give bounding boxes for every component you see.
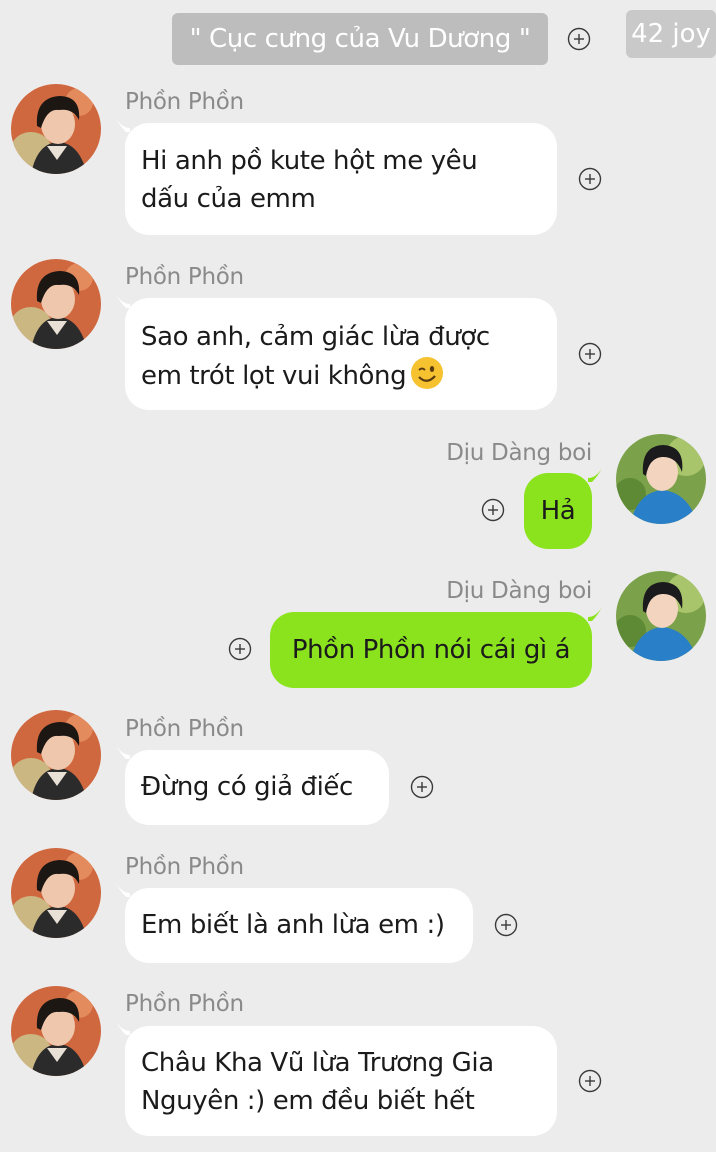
sender-name: Phồn Phồn <box>125 991 244 1017</box>
sender-name: Dịu Dàng boi <box>446 578 592 604</box>
message-bubble[interactable]: Hả <box>524 473 592 549</box>
wink-emoji-icon <box>411 357 444 389</box>
bubble-tail <box>116 294 130 308</box>
avatar-phon-phon[interactable] <box>11 710 101 800</box>
plus-circle-icon[interactable] <box>228 637 252 661</box>
plus-circle-icon[interactable] <box>481 498 505 522</box>
bubble-tail <box>116 883 130 897</box>
sender-name: Phồn Phồn <box>125 716 244 742</box>
message-text: Nguyên :) em đều biết hết <box>141 1086 475 1116</box>
plus-circle-icon[interactable] <box>578 342 602 366</box>
bubble-tail <box>588 607 602 621</box>
message-text: Hả <box>540 496 576 526</box>
plus-circle-icon[interactable] <box>494 913 518 937</box>
watermark: 42 joy <box>626 10 716 58</box>
message-bubble[interactable]: Em biết là anh lừa em :) <box>125 888 473 963</box>
avatar-diu-dang-boi[interactable] <box>616 571 706 661</box>
message-bubble[interactable]: Sao anh, cảm giác lừa được em trót lọt v… <box>125 298 557 410</box>
message-bubble[interactable]: Phồn Phồn nói cái gì á <box>270 612 592 688</box>
sender-name: Phồn Phồn <box>125 264 244 290</box>
message-bubble[interactable]: Đừng có giả điếc <box>125 750 389 825</box>
avatar-diu-dang-boi[interactable] <box>616 434 706 524</box>
avatar-phon-phon[interactable] <box>11 259 101 349</box>
sender-name: Phồn Phồn <box>125 89 244 115</box>
message-text: em trót lọt vui không <box>141 361 407 391</box>
chat-title-pill: " Cục cưng của Vu Dương " <box>172 13 548 65</box>
bubble-tail <box>588 468 602 482</box>
plus-circle-icon[interactable] <box>578 167 602 191</box>
message-text: Phồn Phồn nói cái gì á <box>291 635 571 665</box>
plus-circle-icon[interactable] <box>410 775 434 799</box>
sender-name: Dịu Dàng boi <box>446 440 592 466</box>
avatar-phon-phon[interactable] <box>11 986 101 1076</box>
message-bubble[interactable]: Hi anh pồ kute hột me yêu dấu của emm <box>125 123 557 235</box>
message-text: Hi anh pồ kute hột me yêu <box>141 146 478 176</box>
message-bubble[interactable]: Châu Kha Vũ lừa Trương Gia Nguyên :) em … <box>125 1026 557 1136</box>
message-text: Châu Kha Vũ lừa Trương Gia <box>141 1048 494 1078</box>
plus-circle-icon[interactable] <box>567 27 591 51</box>
bubble-tail <box>116 745 130 759</box>
sender-name: Phồn Phồn <box>125 854 244 880</box>
message-text: dấu của emm <box>141 184 316 214</box>
bubble-tail <box>116 1021 130 1035</box>
bubble-tail <box>116 118 130 132</box>
plus-circle-icon[interactable] <box>578 1069 602 1093</box>
message-text: Sao anh, cảm giác lừa được <box>141 322 490 352</box>
message-text: Em biết là anh lừa em :) <box>141 910 445 940</box>
avatar-phon-phon[interactable] <box>11 848 101 938</box>
message-text: Đừng có giả điếc <box>141 772 353 802</box>
avatar-phon-phon[interactable] <box>11 84 101 174</box>
